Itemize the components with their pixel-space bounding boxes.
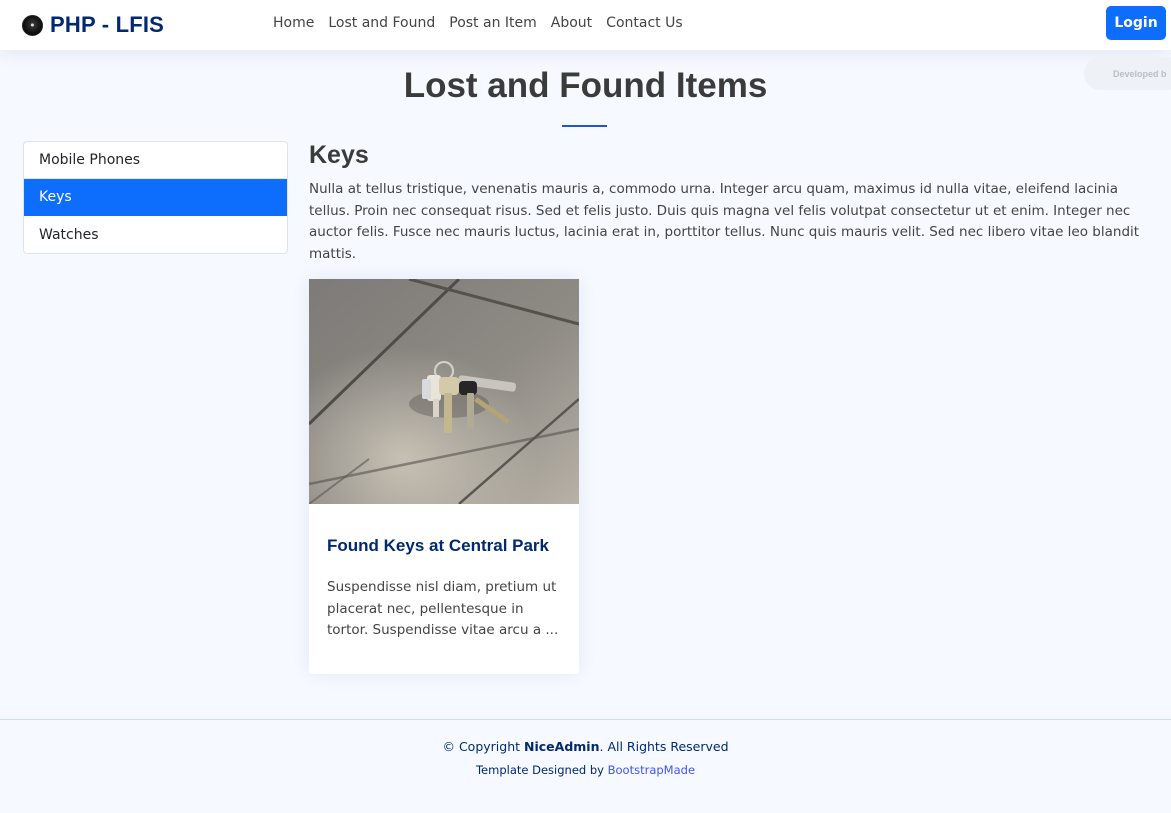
bootstrapmade-link[interactable]: BootstrapMade: [608, 763, 695, 777]
header: ● PHP - LFIS Home Lost and Found Post an…: [0, 0, 1171, 50]
category-description: Nulla at tellus tristique, venenatis mau…: [309, 181, 1140, 263]
logo-icon: ●: [22, 14, 43, 36]
brand-link[interactable]: ● PHP - LFIS: [22, 10, 164, 40]
credits-prefix: Template Designed by: [475, 763, 604, 777]
title-underline: [562, 125, 607, 127]
nav-home[interactable]: Home: [266, 15, 321, 31]
credits: Template Designed by BootstrapMade: [0, 763, 1171, 777]
item-image: [309, 279, 579, 504]
login-button[interactable]: Login: [1106, 6, 1166, 40]
item-title[interactable]: Found Keys at Central Park: [327, 536, 572, 556]
item-card[interactable]: Found Keys at Central Park Suspendisse n…: [309, 279, 579, 674]
main-nav: Home Lost and Found Post an Item About C…: [266, 0, 690, 46]
footer: © Copyright NiceAdmin. All Rights Reserv…: [0, 719, 1171, 813]
brand-title: PHP - LFIS: [50, 12, 165, 37]
category-title: Keys: [309, 141, 369, 169]
nav-post-an-item[interactable]: Post an Item: [442, 15, 544, 31]
copyright: © Copyright NiceAdmin. All Rights Reserv…: [0, 739, 1171, 754]
nav-about[interactable]: About: [544, 15, 599, 31]
nav-lost-and-found[interactable]: Lost and Found: [321, 15, 442, 31]
item-excerpt: Suspendisse nisl diam, pretium ut placer…: [327, 579, 559, 639]
category-item-mobile-phones[interactable]: Mobile Phones: [24, 142, 287, 179]
copyright-prefix: © Copyright: [442, 739, 521, 754]
copyright-brand: NiceAdmin: [524, 739, 600, 754]
copyright-suffix: . All Rights Reserved: [599, 739, 729, 754]
nav-contact-us[interactable]: Contact Us: [599, 15, 689, 31]
category-item-keys[interactable]: Keys: [24, 179, 287, 216]
category-item-watches[interactable]: Watches: [24, 216, 287, 253]
page-title: Lost and Found Items: [403, 66, 768, 105]
category-list: Mobile Phones Keys Watches: [23, 141, 288, 254]
